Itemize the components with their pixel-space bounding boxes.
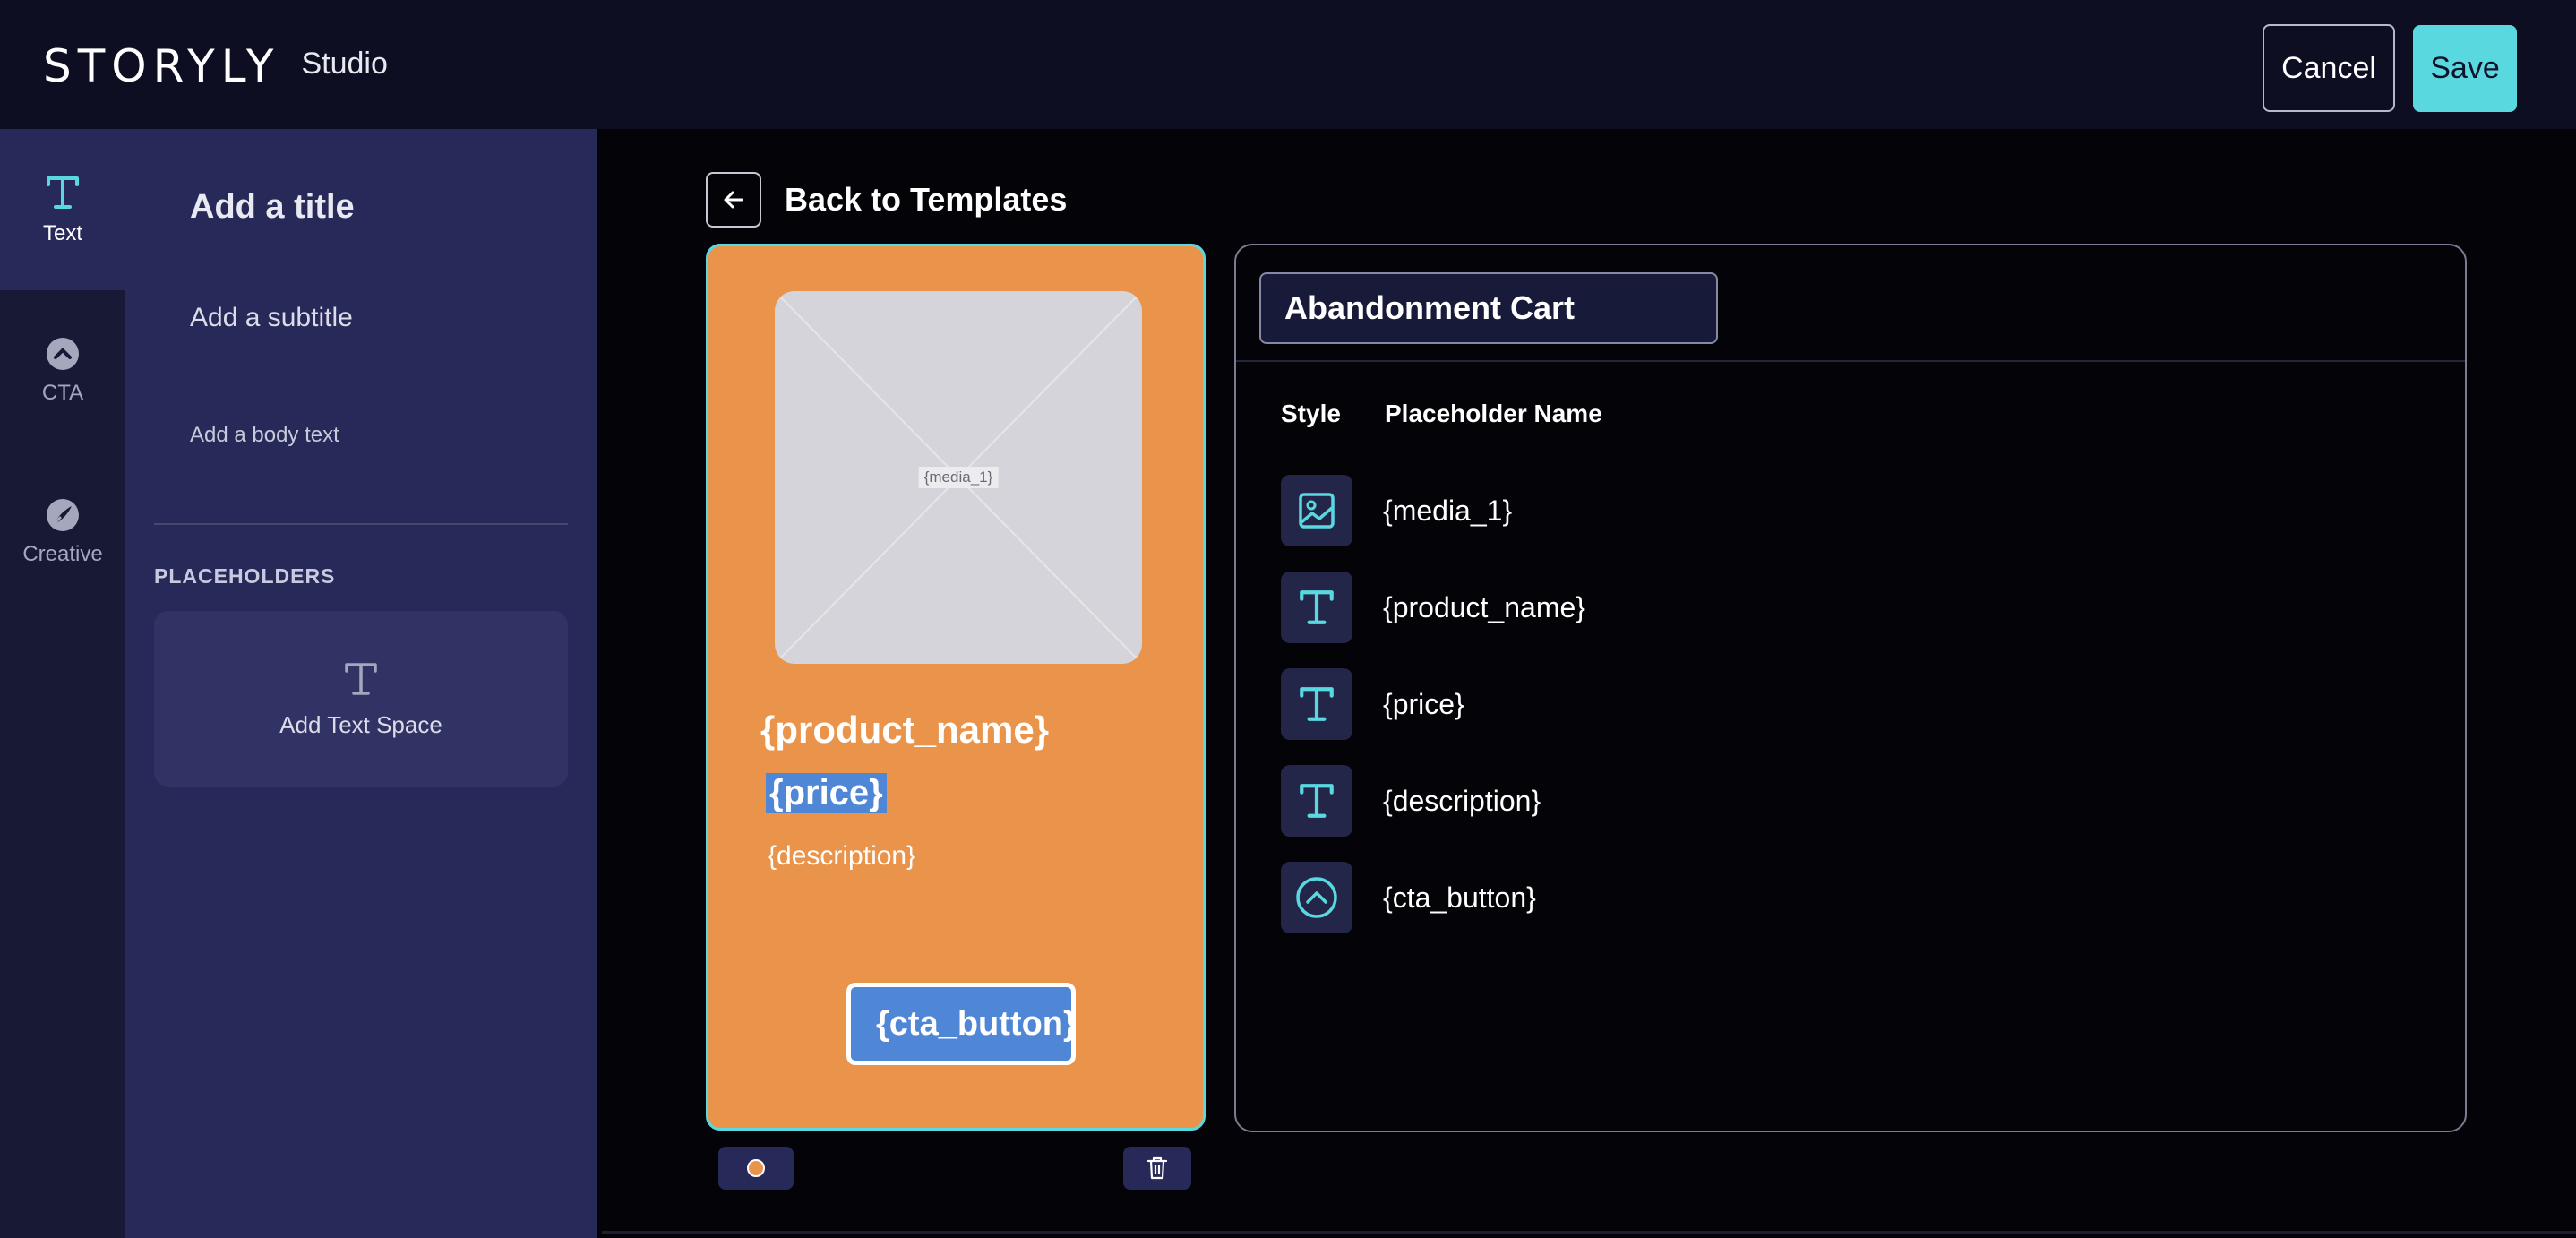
placeholder-name: {cta_button} [1383,881,1536,914]
add-title-option[interactable]: Add a title [190,188,355,227]
cta-icon [47,338,79,370]
scroll-edge [602,1231,2576,1234]
placeholder-name: {price} [1383,687,1464,720]
media-placeholder[interactable]: {media_1} [775,291,1142,664]
color-swatch-icon [747,1159,765,1177]
storyly-logo: STORYLY Studio [43,39,388,93]
template-placeholders-panel: Abandonment Cart Style Placeholder Name … [1234,244,2467,1132]
tool-rail: Text CTA Creative [0,129,125,1238]
rail-item-label: CTA [41,381,84,405]
column-header-style: Style [1281,400,1341,427]
story-preview-canvas[interactable]: {media_1} {product_name} {price} {descri… [706,244,1206,1131]
back-to-templates-link[interactable]: Back to Templates [785,181,1067,219]
rail-item-cta[interactable]: CTA [0,290,125,451]
placeholders-heading: PLACEHOLDERS [154,564,336,588]
story-cta-button[interactable]: {cta_button} [846,983,1076,1065]
media-placeholder-tag: {media_1} [918,467,999,488]
text-options-panel: Add a title Add a subtitle Add a body te… [125,129,597,1238]
image-icon [1281,475,1352,546]
background-color-button[interactable] [718,1147,794,1190]
creative-icon [47,499,79,531]
placeholder-row[interactable]: {description} [1281,765,1908,837]
rail-item-label: Text [42,221,82,245]
placeholder-name: {description} [1383,784,1541,817]
logo-studio-label: Studio [301,46,388,81]
text-icon [1281,572,1352,643]
rail-item-text[interactable]: Text [0,129,125,290]
text-icon [1281,765,1352,837]
story-price[interactable]: {price} [766,773,887,813]
delete-button[interactable] [1123,1147,1191,1190]
arrow-left-icon [724,191,743,209]
placeholder-row[interactable]: {price} [1281,668,1908,740]
story-description[interactable]: {description} [768,841,915,872]
placeholder-row[interactable]: {media_1} [1281,475,1908,546]
cta-icon [1281,862,1352,933]
panel-divider [154,523,568,525]
trash-icon [1146,1156,1168,1180]
add-text-space-button[interactable]: Add Text Space [154,611,568,787]
save-button[interactable]: Save [2413,25,2517,112]
rail-item-label: Creative [22,542,103,566]
logo-wordmark: STORYLY [43,40,280,92]
back-button[interactable] [706,172,761,228]
placeholder-name: {media_1} [1383,494,1513,527]
add-text-space-label: Add Text Space [279,710,442,738]
add-subtitle-option[interactable]: Add a subtitle [190,303,353,333]
placeholder-row[interactable]: {cta_button} [1281,862,1908,933]
text-icon [345,662,377,695]
template-name-field[interactable]: Abandonment Cart [1259,272,1718,344]
story-product-name[interactable]: {product_name} [760,709,1049,752]
rail-item-creative[interactable]: Creative [0,451,125,613]
text-icon [1281,668,1352,740]
text-icon [47,176,79,209]
placeholder-name: {product_name} [1383,590,1585,623]
cancel-button[interactable]: Cancel [2263,24,2395,112]
add-body-text-option[interactable]: Add a body text [190,423,339,448]
panel-separator [1236,360,2465,362]
placeholder-row[interactable]: {product_name} [1281,572,1908,643]
column-header-placeholder-name: Placeholder Name [1385,400,1602,427]
top-bar: STORYLY Studio Cancel Save [0,0,2576,129]
